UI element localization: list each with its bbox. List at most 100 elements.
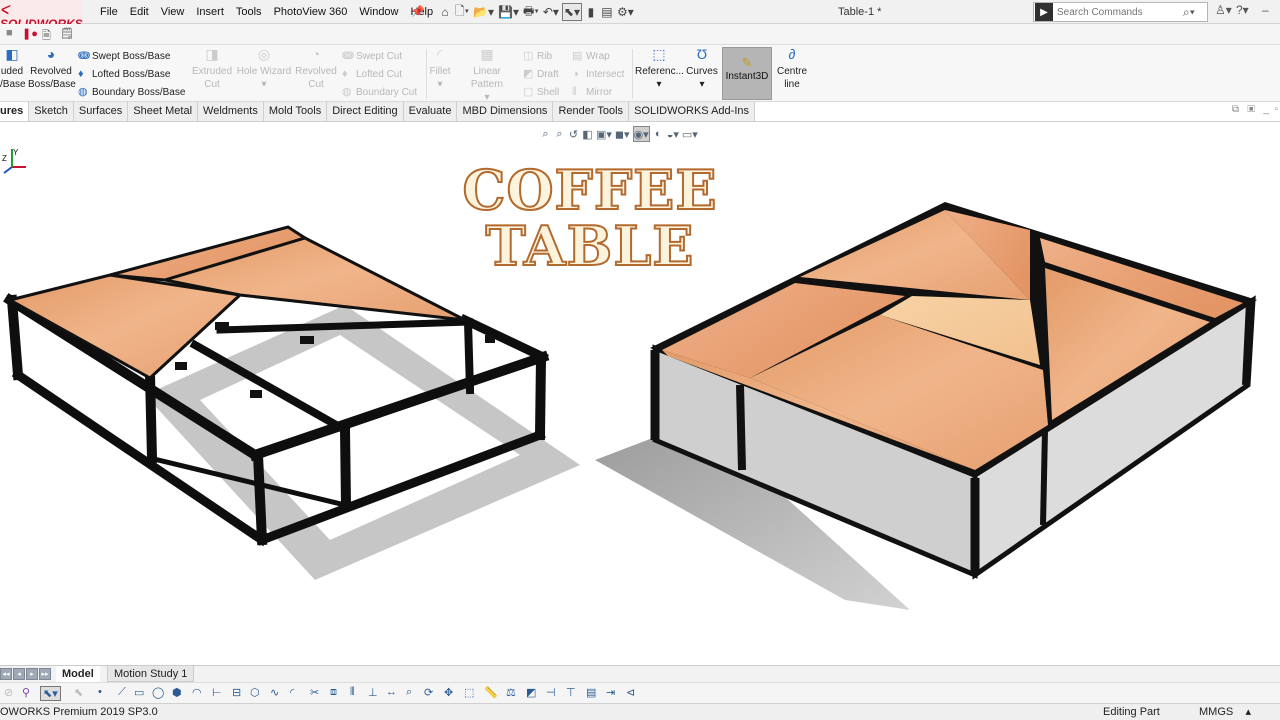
open-folder-icon[interactable]: 📂▾: [472, 3, 495, 21]
line-icon[interactable]: ⟋: [118, 686, 126, 699]
menu-tools[interactable]: Tools: [230, 0, 268, 24]
boundary-boss-button[interactable]: ◍ Boundary Boss/Base: [78, 84, 185, 101]
tab-model[interactable]: Model: [56, 666, 100, 682]
section-icon[interactable]: ◩: [526, 686, 536, 699]
wrap-button[interactable]: ▤ Wrap: [572, 48, 610, 65]
relation-icon[interactable]: ⊥: [368, 686, 378, 699]
select-tool-icon[interactable]: ⬉▾: [40, 686, 61, 701]
hole-wizard-button[interactable]: ◎ Hole Wizard ▾: [236, 47, 292, 91]
extruded-cut-button[interactable]: ◨ Extruded Cut: [190, 47, 234, 91]
circle-icon[interactable]: ◯: [152, 686, 164, 699]
pan-icon[interactable]: ✥: [444, 686, 453, 699]
polygon-icon[interactable]: ⬡: [250, 686, 260, 699]
first-tab-icon[interactable]: ◂◂: [0, 668, 12, 680]
record-macro-icon[interactable]: ❚●: [22, 27, 38, 40]
file-properties-icon[interactable]: ▤: [600, 3, 614, 21]
mirror-button[interactable]: ⫴ Mirror: [572, 84, 612, 101]
menu-edit[interactable]: Edit: [124, 0, 155, 24]
tile-icon[interactable]: ▣: [1247, 104, 1255, 115]
user-account-icon[interactable]: ♙▾: [1215, 3, 1232, 17]
zoom-icon[interactable]: ⌕: [406, 686, 412, 699]
search-commands-box[interactable]: ▶ ⌕▾: [1033, 2, 1208, 22]
panel-maximize-icon[interactable]: ▫: [1274, 104, 1278, 115]
tab-features[interactable]: ures: [0, 102, 30, 121]
search-scope-icon[interactable]: ▶: [1035, 3, 1053, 21]
macro-file-icon[interactable]: 🗎: [42, 27, 51, 46]
boundary-cut-button[interactable]: ◍ Boundary Cut: [342, 84, 417, 101]
tab-weldments[interactable]: Weldments: [198, 102, 264, 121]
display-style-icon[interactable]: ◼▾: [615, 126, 630, 142]
pin-menu-icon[interactable]: 📌: [411, 5, 425, 18]
extruded-boss-button[interactable]: ◧ uded /Base: [0, 47, 26, 91]
menu-insert[interactable]: Insert: [190, 0, 230, 24]
lofted-boss-button[interactable]: ♦ Lofted Boss/Base: [78, 66, 170, 83]
menu-file[interactable]: File: [94, 0, 124, 24]
graphics-area[interactable]: COFFEE TABLE Y Z: [0, 145, 1280, 665]
slot-icon[interactable]: ⊟: [232, 686, 241, 699]
point-icon[interactable]: •: [98, 686, 102, 698]
section-view-icon[interactable]: ◧: [582, 126, 593, 142]
revolved-cut-button[interactable]: ◔ Revolved Cut: [294, 47, 338, 91]
filter-icon[interactable]: ⊘: [4, 686, 13, 699]
fillet-sketch-icon[interactable]: ◜: [290, 686, 294, 699]
tab-motion-study[interactable]: Motion Study 1: [107, 666, 195, 682]
new-document-icon[interactable]: 🗋▾: [454, 3, 470, 21]
tab-sheet-metal[interactable]: Sheet Metal: [128, 102, 199, 121]
curves-button[interactable]: Ʊ Curves ▾: [684, 47, 720, 91]
align-icon[interactable]: ⊣: [546, 686, 556, 699]
trim-icon[interactable]: ✂: [310, 686, 319, 699]
spline-icon[interactable]: ∿: [270, 686, 279, 699]
tab-mold-tools[interactable]: Mold Tools: [263, 102, 328, 121]
dimension-icon[interactable]: ⊢: [212, 686, 222, 699]
tab-sketch[interactable]: Sketch: [29, 102, 74, 121]
swept-cut-button[interactable]: ↈ Swept Cut: [342, 48, 402, 65]
help-question-icon[interactable]: ?▾: [1236, 3, 1249, 17]
mirror-sketch-icon[interactable]: ⫴: [350, 686, 355, 699]
select-cursor-icon[interactable]: ⬉▾: [561, 3, 582, 21]
centreline-button[interactable]: ∂ Centre line: [774, 47, 810, 91]
tab-surfaces[interactable]: Surfaces: [73, 102, 129, 121]
edit-appearance-icon[interactable]: ◐: [653, 126, 664, 142]
menu-photoview[interactable]: PhotoView 360: [268, 0, 354, 24]
instant-icon[interactable]: ⇥: [606, 686, 615, 699]
reference-geometry-button[interactable]: ⬚ Referenc... ▾: [635, 47, 684, 91]
unit-system-selector[interactable]: MMGS ▴: [1199, 704, 1251, 720]
solidworks-logo[interactable]: ᐸ SOLIDWORKS: [0, 3, 83, 31]
apply-scene-icon[interactable]: ◒▾: [667, 126, 679, 142]
previous-view-icon[interactable]: ↺: [568, 126, 579, 142]
mass-properties-icon[interactable]: ⚖: [506, 686, 516, 699]
swept-boss-button[interactable]: ↈ Swept Boss/Base: [78, 48, 170, 65]
tab-evaluate[interactable]: Evaluate: [403, 102, 458, 121]
reference-triad-icon[interactable]: Y Z: [0, 145, 32, 177]
layer-icon[interactable]: ▤: [586, 686, 596, 699]
options-gear-icon[interactable]: ⚙▾: [616, 3, 635, 21]
intersect-button[interactable]: ◑ Intersect: [572, 66, 624, 83]
tab-solidworks-addins[interactable]: SOLIDWORKS Add-Ins: [629, 102, 755, 121]
distribute-icon[interactable]: ⊤: [566, 686, 576, 699]
minimize-icon[interactable]: –: [1262, 3, 1269, 17]
lofted-cut-button[interactable]: ♦ Lofted Cut: [342, 66, 402, 83]
select-other-icon[interactable]: ⬉: [74, 686, 83, 699]
rib-button[interactable]: ◫ Rib: [523, 48, 552, 65]
print-icon[interactable]: 🖶▾: [522, 3, 540, 21]
measure-icon[interactable]: 📏: [484, 686, 498, 699]
home-icon[interactable]: ⌂: [438, 3, 452, 21]
instant3d-button[interactable]: ✎ Instant3D: [722, 47, 772, 100]
menu-view[interactable]: View: [155, 0, 191, 24]
fillet-button[interactable]: ◜ Fillet ▾: [428, 47, 452, 91]
panel-minimize-icon[interactable]: _: [1263, 104, 1269, 115]
box-icon[interactable]: ⬢: [172, 686, 182, 699]
save-icon[interactable]: 💾▾: [497, 3, 520, 21]
selection-filter-icon[interactable]: ⚲: [22, 686, 30, 699]
last-tab-icon[interactable]: ▸▸: [39, 668, 51, 680]
rectangle-icon[interactable]: ▭: [134, 686, 144, 699]
search-icon[interactable]: ⌕▾: [1183, 5, 1195, 20]
tab-mbd-dimensions[interactable]: MBD Dimensions: [457, 102, 554, 121]
macro-edit-icon[interactable]: 🗒: [60, 27, 74, 40]
draft-button[interactable]: ◩ Draft: [523, 66, 559, 83]
rebuild-traffic-light-icon[interactable]: ▮: [584, 3, 598, 21]
shell-button[interactable]: ▢ Shell: [523, 84, 559, 101]
revolved-boss-button[interactable]: ◕ Revolved Boss/Base: [28, 47, 76, 91]
search-input[interactable]: [1057, 6, 1177, 18]
stop-macro-icon[interactable]: ■: [6, 27, 13, 39]
